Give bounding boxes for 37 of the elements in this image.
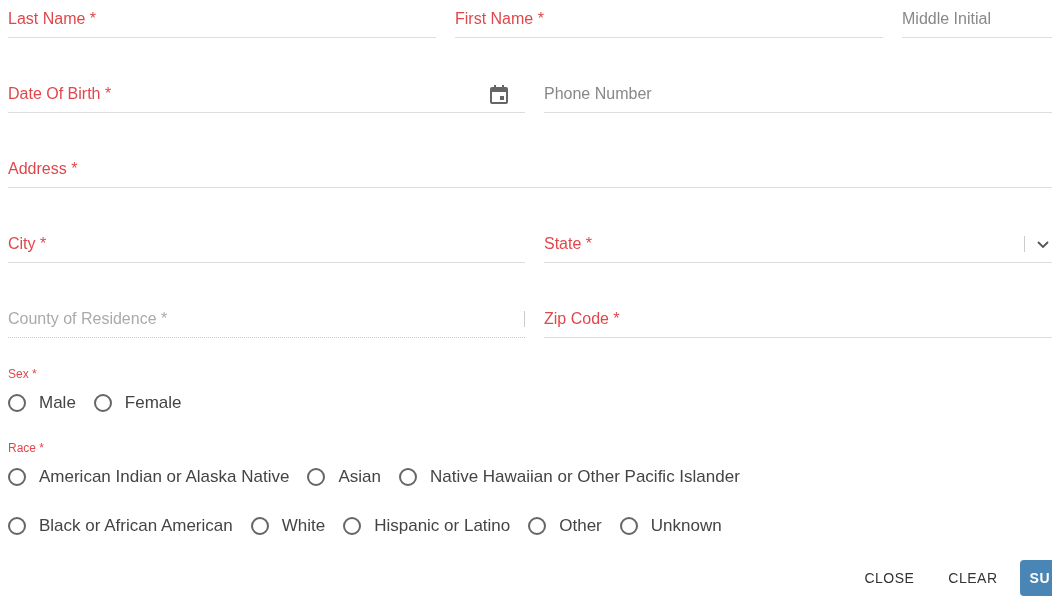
radio-option[interactable]: Asian (307, 467, 381, 487)
input-field[interactable]: First Name * (455, 0, 883, 38)
radio-icon[interactable] (8, 517, 26, 535)
radio-icon[interactable] (93, 394, 112, 412)
radio-option[interactable]: Other (528, 516, 602, 536)
submit-button[interactable]: SU (1019, 560, 1052, 596)
input-field[interactable]: Date Of Birth * (8, 75, 525, 113)
radio-option[interactable]: Female (93, 393, 182, 413)
group-label: Sex * (8, 366, 38, 382)
input-field[interactable]: Address * (8, 150, 1052, 188)
radio-icon[interactable] (619, 517, 638, 535)
radio-icon[interactable] (398, 468, 417, 486)
radio-icon[interactable] (250, 517, 269, 535)
input-field[interactable]: Middle Initial (902, 0, 1052, 38)
radio-option[interactable]: Black or African American (8, 516, 233, 536)
radio-option[interactable]: Unknown (619, 516, 722, 536)
radio-icon[interactable] (343, 517, 362, 535)
radio-icon[interactable] (307, 468, 326, 486)
text-button[interactable]: CLEAR (936, 560, 1010, 596)
input-field[interactable]: Phone Number (544, 75, 1052, 113)
input-field[interactable]: Zip Code * (544, 300, 1052, 338)
input-field: County of Residence * (8, 300, 525, 338)
radio-option[interactable]: Male (8, 393, 76, 413)
radio-icon[interactable] (528, 517, 547, 535)
calendar-icon[interactable] (490, 84, 508, 104)
radio-option[interactable]: Native Hawaiian or Other Pacific Islander (398, 467, 740, 487)
radio-option[interactable]: Hispanic or Latino (343, 516, 511, 536)
input-field[interactable]: City * (8, 225, 525, 263)
state-select[interactable]: State * (544, 225, 1052, 263)
text-button[interactable]: CLOSE (852, 560, 927, 596)
radio-option[interactable]: American Indian or Alaska Native (8, 467, 290, 487)
chevron-down-icon[interactable] (1037, 241, 1049, 249)
input-field[interactable]: Last Name * (8, 0, 436, 38)
radio-option[interactable]: White (250, 516, 326, 536)
group-label: Race * (8, 440, 46, 456)
radio-icon[interactable] (8, 468, 26, 486)
radio-icon[interactable] (8, 394, 26, 412)
